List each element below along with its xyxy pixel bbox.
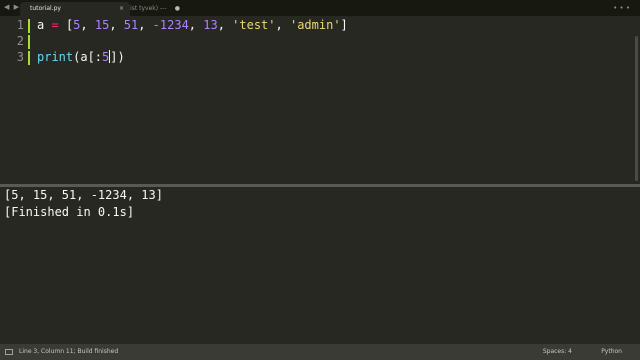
code-line-3[interactable]: print(a[:5]): [37, 50, 125, 64]
panel-toggle-icon[interactable]: [5, 349, 13, 355]
code-token: a: [37, 18, 45, 32]
code-token: -1234: [152, 18, 189, 32]
code-token: ]: [340, 18, 348, 32]
line-number: 1: [16, 18, 24, 32]
code-token: 51: [123, 18, 139, 32]
vertical-scrollbar[interactable]: [635, 36, 638, 181]
code-line-1[interactable]: a = [5, 15, 51, -1234, 13, 'test', 'admi…: [37, 18, 348, 32]
tab-close-icon[interactable]: ×: [119, 2, 124, 16]
code-token: =: [51, 18, 59, 32]
code-token: 13: [203, 18, 218, 32]
code-token: 5: [102, 50, 110, 64]
output-line: [5, 15, 51, -1234, 13]: [4, 188, 163, 202]
code-token: 'admin': [289, 18, 341, 32]
status-bar: Line 3, Column 11; Build finished Spaces…: [0, 344, 640, 360]
code-editor[interactable]: 1 2 3 a = [5, 15, 51, -1234, 13, 'test',…: [0, 16, 640, 184]
line-number: 3: [16, 50, 24, 64]
window-controls-icon[interactable]: • • •: [613, 4, 630, 12]
code-token: ]): [110, 50, 125, 64]
line-number: 2: [16, 34, 24, 48]
tab-nav-arrows-icon[interactable]: ◀ ▶: [4, 3, 20, 11]
syntax-selector[interactable]: Python: [601, 344, 622, 360]
modified-line-marker: [28, 19, 30, 33]
code-token: (a[:: [73, 50, 103, 64]
indentation-selector[interactable]: Spaces: 4: [543, 344, 572, 360]
code-token: print: [37, 50, 74, 64]
tab-label: tutorial.py: [30, 5, 61, 12]
status-message: Line 3, Column 11; Build finished: [19, 348, 119, 355]
code-token: 15: [94, 18, 110, 32]
modified-line-marker: [28, 35, 30, 49]
tab-dirty-icon[interactable]: ●: [175, 2, 180, 16]
tab-tutorial-py[interactable]: tutorial.py ×: [20, 2, 130, 16]
build-output-panel[interactable]: [5, 15, 51, -1234, 13] [Finished in 0.1s…: [0, 187, 640, 344]
code-token: 'test': [232, 18, 276, 32]
modified-line-marker: [28, 51, 30, 65]
code-token: 5: [73, 18, 81, 32]
tab-bar: ◀ ▶ --- (List tyvek) --- ● tutorial.py ×…: [0, 0, 640, 16]
output-line: [Finished in 0.1s]: [4, 205, 135, 219]
